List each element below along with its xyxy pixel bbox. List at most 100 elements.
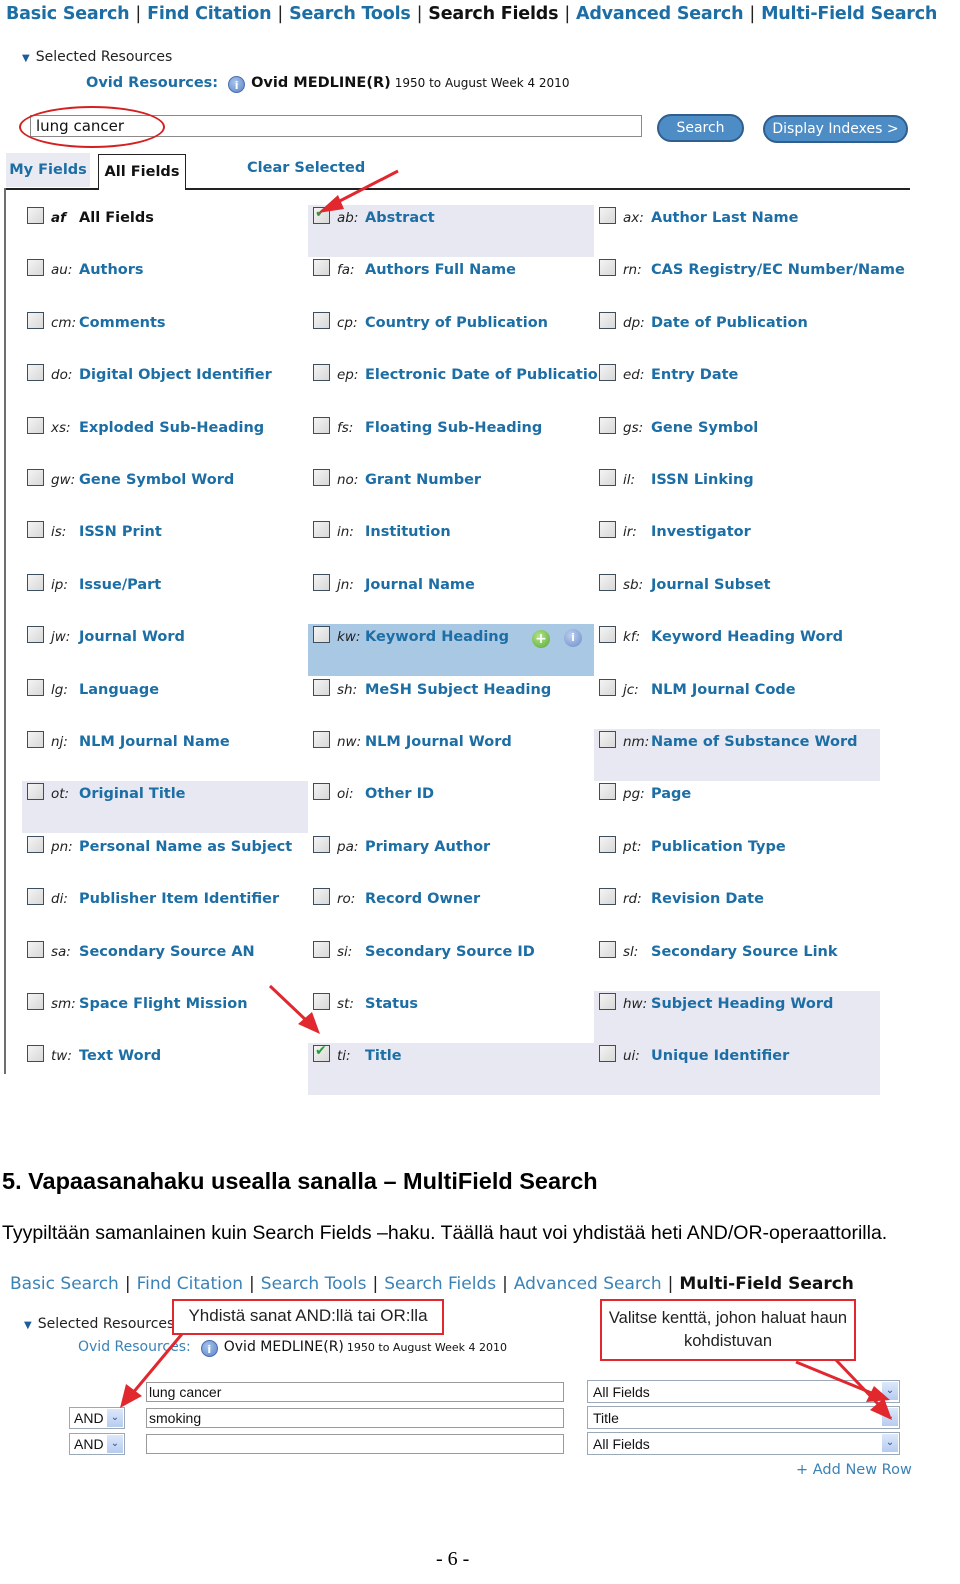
field-name-link[interactable]: Exploded Sub-Heading — [79, 420, 264, 436]
nav-search-fields[interactable]: Search Fields — [428, 4, 558, 24]
field-info-icon[interactable]: i — [564, 629, 582, 648]
field-name-link[interactable]: Keyword Heading Word — [651, 629, 843, 645]
field-checkbox[interactable] — [27, 835, 44, 853]
field-name-link[interactable]: Space Flight Mission — [79, 996, 248, 1012]
field-name-link[interactable]: Digital Object Identifier — [79, 367, 272, 383]
field-checkbox[interactable] — [599, 783, 616, 801]
field-name-link[interactable]: Publication Type — [651, 839, 786, 855]
field-checkbox[interactable] — [599, 731, 616, 748]
field-checkbox[interactable] — [599, 259, 616, 277]
field-checkbox[interactable] — [313, 626, 330, 644]
tab-all-fields[interactable]: All Fields — [98, 154, 186, 190]
field-name-link[interactable]: Text Word — [79, 1048, 161, 1064]
field-checkbox[interactable] — [27, 469, 44, 486]
field-name-link[interactable]: Issue/Part — [79, 577, 161, 593]
field-checkbox[interactable] — [27, 521, 44, 539]
field-checkbox[interactable] — [599, 678, 616, 696]
field-name-link[interactable]: Grant Number — [365, 472, 481, 488]
nav-multi-field-search[interactable]: Multi-Field Search — [679, 1274, 854, 1294]
field-checkbox[interactable] — [599, 469, 616, 486]
field-name-link[interactable]: Investigator — [651, 524, 751, 540]
field-name-link[interactable]: Language — [79, 682, 159, 698]
field-checkbox[interactable] — [313, 311, 330, 329]
field-name-link[interactable]: Name of Substance Word — [651, 734, 858, 750]
chevron-down-icon[interactable]: ⌄ — [882, 1408, 898, 1426]
field-name-link[interactable]: Entry Date — [651, 367, 738, 383]
info-icon[interactable]: i — [200, 1340, 218, 1357]
nav-multi-field-search[interactable]: Multi-Field Search — [761, 4, 937, 24]
operator-select-2[interactable]: AND ⌄ — [69, 1407, 125, 1429]
field-name-link[interactable]: Secondary Source AN — [79, 944, 255, 960]
chevron-down-icon[interactable]: ⌄ — [882, 1382, 898, 1400]
field-checkbox[interactable] — [599, 521, 616, 539]
field-name-link[interactable]: Floating Sub-Heading — [365, 420, 542, 436]
field-name-link[interactable]: Journal Subset — [651, 577, 771, 593]
field-name-link[interactable]: ISSN Linking — [651, 472, 754, 488]
selected-resources-toggle[interactable]: ▼ Selected Resources — [22, 49, 172, 65]
nav-advanced-search[interactable]: Advanced Search — [514, 1274, 662, 1294]
field-checkbox[interactable] — [27, 311, 44, 329]
search-term-input-2[interactable] — [146, 1408, 564, 1428]
field-name-link[interactable]: ISSN Print — [79, 524, 162, 540]
field-name-link[interactable]: Title — [365, 1048, 402, 1064]
field-name-link[interactable]: Gene Symbol Word — [79, 472, 234, 488]
field-checkbox[interactable] — [27, 259, 44, 277]
field-name-link[interactable]: Journal Name — [365, 577, 475, 593]
field-checkbox[interactable] — [313, 731, 330, 748]
chevron-down-icon[interactable]: ⌄ — [882, 1434, 898, 1452]
field-checkbox[interactable] — [27, 416, 44, 434]
field-checkbox[interactable] — [599, 835, 616, 853]
search-input[interactable] — [30, 115, 642, 137]
field-name-link[interactable]: Secondary Source ID — [365, 944, 535, 960]
nav-basic-search[interactable]: Basic Search — [6, 4, 130, 24]
field-select-2[interactable]: Title ⌄ — [587, 1406, 900, 1429]
field-checkbox[interactable] — [599, 207, 616, 224]
field-checkbox[interactable] — [27, 1045, 44, 1063]
field-name-link[interactable]: NLM Journal Name — [79, 734, 230, 750]
field-name-link[interactable]: Status — [365, 996, 418, 1012]
field-checkbox[interactable] — [313, 469, 330, 486]
field-checkbox[interactable] — [313, 364, 330, 382]
field-checkbox[interactable] — [313, 1043, 330, 1063]
field-name-link[interactable]: Keyword Heading — [365, 629, 509, 645]
field-name-link[interactable]: Other ID — [365, 786, 434, 802]
field-checkbox[interactable] — [313, 573, 330, 591]
field-checkbox[interactable] — [313, 940, 330, 958]
field-name-link[interactable]: Subject Heading Word — [651, 996, 833, 1012]
field-name-link[interactable]: Unique Identifier — [651, 1048, 789, 1064]
field-name-link[interactable]: Secondary Source Link — [651, 944, 838, 960]
field-checkbox[interactable] — [313, 783, 330, 801]
field-checkbox[interactable] — [27, 731, 44, 748]
field-name-link[interactable]: Institution — [365, 524, 451, 540]
field-checkbox[interactable] — [313, 521, 330, 539]
field-name-link[interactable]: Abstract — [365, 210, 435, 226]
field-checkbox[interactable] — [599, 1045, 616, 1063]
field-name-link[interactable]: Original Title — [79, 786, 186, 802]
field-checkbox[interactable] — [599, 573, 616, 591]
field-name-link[interactable]: All Fields — [79, 210, 154, 226]
add-to-my-fields-icon[interactable]: + — [532, 630, 550, 649]
field-checkbox[interactable] — [313, 993, 330, 1010]
field-checkbox[interactable] — [27, 940, 44, 958]
tab-my-fields[interactable]: My Fields — [6, 153, 90, 187]
clear-selected-link[interactable]: Clear Selected — [247, 160, 365, 176]
field-name-link[interactable]: NLM Journal Code — [651, 682, 796, 698]
selected-resources-toggle[interactable]: ▼ Selected Resources — [24, 1316, 174, 1332]
nav-search-fields[interactable]: Search Fields — [384, 1274, 496, 1294]
field-checkbox[interactable] — [599, 416, 616, 434]
field-checkbox[interactable] — [27, 626, 44, 644]
field-name-link[interactable]: Revision Date — [651, 891, 764, 907]
operator-select-3[interactable]: AND ⌄ — [69, 1433, 125, 1455]
field-name-link[interactable]: Personal Name as Subject — [79, 839, 292, 855]
chevron-down-icon[interactable]: ⌄ — [107, 1409, 123, 1427]
field-name-link[interactable]: Authors Full Name — [365, 262, 516, 278]
chevron-down-icon[interactable]: ⌄ — [107, 1435, 123, 1453]
field-checkbox[interactable] — [599, 888, 616, 906]
field-name-link[interactable]: Authors — [79, 262, 144, 278]
field-checkbox[interactable] — [27, 364, 44, 382]
field-checkbox[interactable] — [27, 993, 44, 1010]
field-name-link[interactable]: Record Owner — [365, 891, 480, 907]
field-checkbox[interactable] — [27, 573, 44, 591]
field-checkbox[interactable] — [313, 888, 330, 906]
nav-find-citation[interactable]: Find Citation — [137, 1274, 243, 1294]
